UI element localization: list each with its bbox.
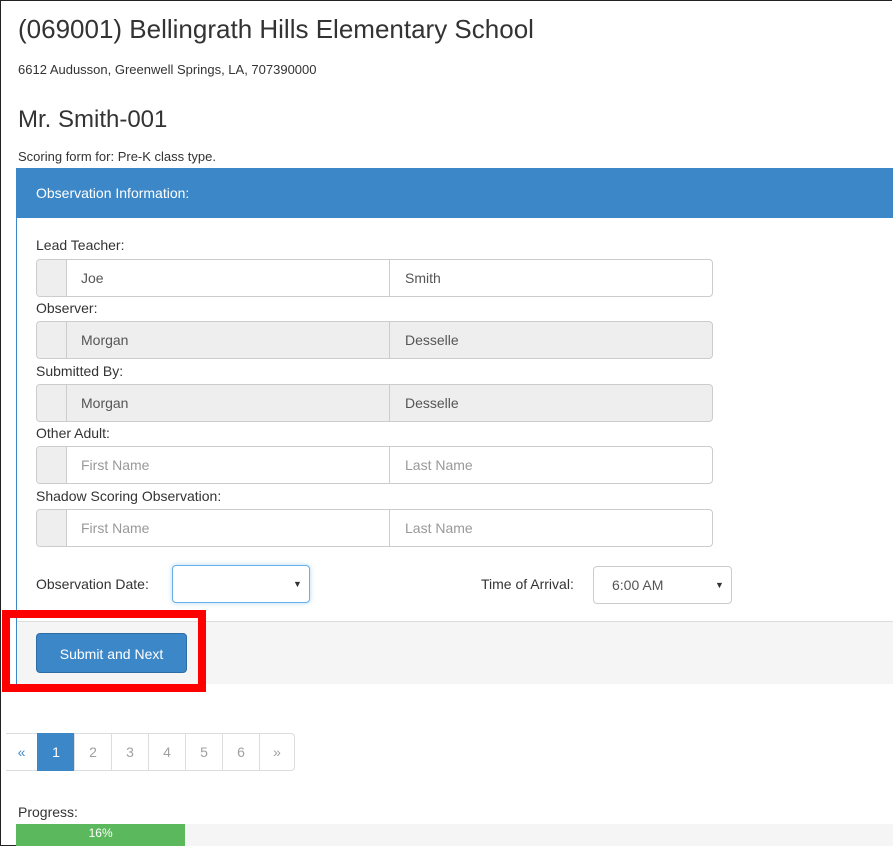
submitted-by-last-value: Desselle xyxy=(405,395,459,411)
time-of-arrival-select[interactable]: 6:00 AM ▼ xyxy=(593,566,732,604)
submitted-by-last-input: Desselle xyxy=(390,385,712,421)
other-adult-last-input[interactable]: Last Name xyxy=(390,447,712,483)
lead-teacher-addon xyxy=(37,260,67,296)
shadow-scoring-first-placeholder: First Name xyxy=(81,520,150,536)
shadow-scoring-label: Shadow Scoring Observation: xyxy=(36,488,222,504)
observer-last-value: Desselle xyxy=(405,332,459,348)
pagination-next[interactable]: » xyxy=(259,733,295,771)
other-adult-fields: First Name Last Name xyxy=(36,446,713,484)
pagination: « 1 2 3 4 5 6 » xyxy=(6,733,295,771)
page-6[interactable]: 6 xyxy=(222,733,260,771)
lead-teacher-fields: Joe Smith xyxy=(36,259,713,297)
page-2[interactable]: 2 xyxy=(74,733,112,771)
lead-teacher-first-value: Joe xyxy=(81,270,104,286)
school-title: (069001) Bellingrath Hills Elementary Sc… xyxy=(18,14,534,44)
scoring-form-note: Scoring form for: Pre-K class type. xyxy=(18,149,216,164)
shadow-scoring-first-input[interactable]: First Name xyxy=(66,510,390,546)
other-adult-label: Other Adult: xyxy=(36,425,110,441)
time-of-arrival-value: 6:00 AM xyxy=(612,577,664,593)
shadow-scoring-last-placeholder: Last Name xyxy=(405,520,473,536)
submitted-by-first-input: Morgan xyxy=(66,385,390,421)
progress-percent-text: 16% xyxy=(88,826,113,840)
observation-panel: Observation Information: xyxy=(16,168,893,684)
submitted-by-addon xyxy=(37,385,67,421)
page-1[interactable]: 1 xyxy=(37,733,75,771)
lead-teacher-last-input[interactable]: Smith xyxy=(390,260,712,296)
observer-fields: Morgan Desselle xyxy=(36,321,713,359)
school-address: 6612 Audusson, Greenwell Springs, LA, 70… xyxy=(18,62,317,77)
observation-date-label: Observation Date: xyxy=(36,576,149,592)
other-adult-addon xyxy=(37,447,67,483)
lead-teacher-label: Lead Teacher: xyxy=(36,237,125,253)
panel-heading: Observation Information: xyxy=(17,169,893,218)
chevron-down-icon: ▼ xyxy=(715,580,724,590)
shadow-scoring-last-input[interactable]: Last Name xyxy=(390,510,712,546)
time-of-arrival-label: Time of Arrival: xyxy=(481,576,574,592)
submit-and-next-button[interactable]: Submit and Next xyxy=(36,633,187,673)
observation-date-select[interactable]: ▼ xyxy=(172,565,310,603)
observer-first-input: Morgan xyxy=(66,322,390,358)
other-adult-first-placeholder: First Name xyxy=(81,457,150,473)
observer-label: Observer: xyxy=(36,300,98,316)
pagination-prev[interactable]: « xyxy=(6,733,38,771)
lead-teacher-first-input[interactable]: Joe xyxy=(66,260,390,296)
submitted-by-fields: Morgan Desselle xyxy=(36,384,713,422)
observer-last-input: Desselle xyxy=(390,322,712,358)
teacher-heading: Mr. Smith-001 xyxy=(18,106,168,133)
page-5[interactable]: 5 xyxy=(185,733,223,771)
observer-first-value: Morgan xyxy=(81,332,129,348)
progress-label: Progress: xyxy=(18,804,78,820)
lead-teacher-last-value: Smith xyxy=(405,270,441,286)
other-adult-last-placeholder: Last Name xyxy=(405,457,473,473)
submitted-by-first-value: Morgan xyxy=(81,395,129,411)
page-3[interactable]: 3 xyxy=(111,733,149,771)
progress-fill: 16% xyxy=(16,824,186,846)
progress-bar: 16% xyxy=(16,824,893,846)
shadow-scoring-fields: First Name Last Name xyxy=(36,509,713,547)
shadow-scoring-addon xyxy=(37,510,67,546)
other-adult-first-input[interactable]: First Name xyxy=(66,447,390,483)
page-4[interactable]: 4 xyxy=(148,733,186,771)
observer-addon xyxy=(37,322,67,358)
submitted-by-label: Submitted By: xyxy=(36,363,124,379)
chevron-down-icon: ▼ xyxy=(293,579,302,589)
